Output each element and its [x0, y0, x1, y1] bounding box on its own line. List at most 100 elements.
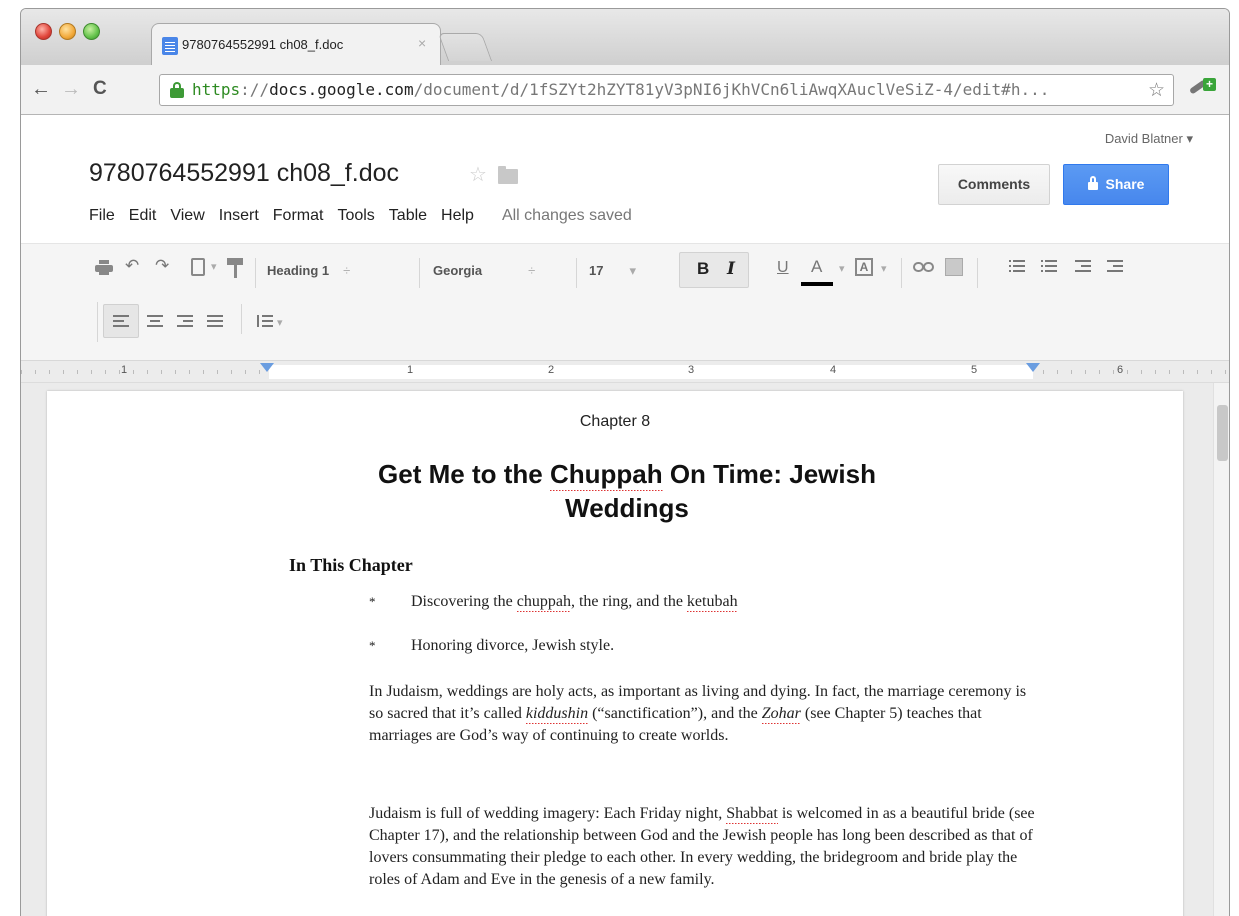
font-dropdown[interactable]: Georgia ÷: [433, 263, 535, 278]
chapter-heading: Get Me to the Chuppah On Time: Jewish We…: [378, 459, 876, 523]
misspelled-word: kiddushin: [525, 705, 589, 724]
paste-dropdown-arrow[interactable]: ▾: [211, 260, 217, 273]
browser-window: 9780764552991 ch08_f.doc × ← → C https:/…: [20, 8, 1230, 916]
font-dropdown-arrow: ÷: [528, 263, 536, 278]
menu-edit[interactable]: Edit: [129, 207, 157, 225]
document-canvas: Chapter 8 Get Me to the Chuppah On Time:…: [21, 383, 1229, 916]
decrease-indent-icon[interactable]: [1075, 260, 1091, 272]
body-paragraph: Judaism is full of wedding imagery: Each…: [369, 805, 1035, 888]
menu-file[interactable]: File: [89, 207, 115, 225]
misspelled-word: Shabbat: [726, 805, 778, 824]
insert-image-icon[interactable]: [945, 258, 963, 276]
undo-icon[interactable]: ↶: [125, 256, 139, 276]
comments-button[interactable]: Comments: [938, 164, 1050, 205]
bullet-marker: *: [369, 638, 376, 653]
paste-icon[interactable]: [191, 258, 205, 276]
share-label: Share: [1105, 176, 1145, 192]
underline-button[interactable]: U: [777, 259, 789, 277]
browser-tab-active[interactable]: 9780764552991 ch08_f.doc ×: [151, 23, 441, 65]
font-size-value: 17: [589, 263, 604, 278]
ruler-number: 6: [1117, 364, 1124, 376]
text-color-swatch: [801, 282, 833, 286]
ruler-page-area: [269, 365, 1033, 379]
document-page[interactable]: Chapter 8 Get Me to the Chuppah On Time:…: [47, 391, 1183, 916]
font-size-dropdown[interactable]: 17 ▾: [589, 263, 636, 279]
text-color-button[interactable]: A: [811, 257, 822, 277]
misspelled-word: Zohar: [761, 705, 801, 724]
style-dropdown[interactable]: Heading 1 ÷: [267, 263, 350, 278]
formatting-toolbar: ↶ ↷ ▾ Heading 1 ÷ Georgia ÷ 17 ▾ B I U A ▾ …: [21, 243, 1229, 361]
align-center-icon[interactable]: [147, 315, 163, 327]
menu-insert[interactable]: Insert: [219, 207, 259, 225]
line-spacing-dropdown-arrow[interactable]: ▾: [277, 316, 283, 329]
star-document-icon[interactable]: ☆: [469, 162, 487, 187]
back-arrow-icon[interactable]: ←: [31, 78, 51, 101]
section-subheading: In This Chapter: [289, 555, 413, 575]
menu-table[interactable]: Table: [389, 207, 427, 225]
italic-button[interactable]: I: [727, 259, 735, 279]
ruler-number: 3: [688, 364, 695, 376]
menu-format[interactable]: Format: [273, 207, 324, 225]
tab-close-icon[interactable]: ×: [418, 35, 426, 51]
ruler: 1 1 2 3 4 5 6: [21, 361, 1229, 383]
left-indent-marker[interactable]: [260, 363, 274, 372]
browser-toolbar: ← → C https://docs.google.com/document/d…: [21, 65, 1229, 115]
extension-wrench-icon[interactable]: +: [1188, 78, 1219, 102]
scrollbar-thumb[interactable]: [1217, 405, 1228, 461]
reload-icon[interactable]: C: [93, 78, 107, 100]
menu-view[interactable]: View: [170, 207, 204, 225]
docs-menubar: File Edit View Insert Format Tools Table Help Al…: [89, 207, 646, 225]
align-left-icon: [113, 315, 129, 327]
justify-icon[interactable]: [207, 315, 223, 327]
body-paragraph: In Judaism, weddings are holy acts, as i…: [369, 683, 1027, 744]
vertical-scrollbar[interactable]: [1213, 383, 1229, 916]
bulleted-list-icon[interactable]: [1041, 260, 1057, 272]
folder-icon[interactable]: [498, 166, 518, 184]
forward-arrow-icon[interactable]: →: [61, 78, 81, 101]
highlight-dropdown-arrow[interactable]: ▾: [881, 262, 887, 275]
docs-header: David Blatner ▾ 9780764552991 ch08_f.doc…: [21, 115, 1229, 243]
list-item: * Discovering the chuppah, the ring, and …: [369, 593, 738, 612]
font-size-dropdown-arrow: ▾: [629, 263, 636, 278]
ruler-number: 4: [830, 364, 837, 376]
ruler-number: 2: [548, 364, 555, 376]
google-docs-icon: [162, 37, 178, 55]
zoom-window-icon[interactable]: [83, 23, 100, 40]
new-tab-button[interactable]: [437, 33, 493, 61]
account-menu[interactable]: David Blatner ▾: [1105, 131, 1193, 147]
browser-titlebar: 9780764552991 ch08_f.doc ×: [21, 9, 1229, 65]
text-color-dropdown-arrow[interactable]: ▾: [839, 262, 845, 275]
share-button[interactable]: Share: [1063, 164, 1169, 205]
misspelled-word: Chuppah: [549, 459, 663, 491]
link-icon[interactable]: [913, 262, 935, 272]
paint-format-icon[interactable]: [227, 258, 243, 278]
highlight-color-button[interactable]: A: [855, 258, 873, 276]
right-indent-marker[interactable]: [1026, 363, 1040, 372]
bullet-marker: *: [369, 594, 376, 609]
chapter-number: Chapter 8: [579, 413, 651, 430]
document-title[interactable]: 9780764552991 ch08_f.doc: [89, 159, 399, 188]
url-path: /document/d/1fSZYt2hZYT81yV3pNI6jKhVCn6l…: [413, 80, 1050, 99]
numbered-list-icon[interactable]: [1009, 260, 1025, 272]
ruler-number: 5: [971, 364, 978, 376]
minimize-window-icon[interactable]: [59, 23, 76, 40]
tab-title: 9780764552991 ch08_f.doc: [182, 37, 344, 52]
line-spacing-icon[interactable]: [257, 315, 273, 327]
address-bar[interactable]: https://docs.google.com/document/d/1fSZY…: [159, 74, 1174, 106]
bold-button[interactable]: B: [697, 259, 709, 279]
menu-tools[interactable]: Tools: [337, 207, 374, 225]
bookmark-star-icon[interactable]: ☆: [1148, 79, 1165, 102]
close-window-icon[interactable]: [35, 23, 52, 40]
style-dropdown-arrow: ÷: [343, 263, 351, 278]
menu-help[interactable]: Help: [441, 207, 474, 225]
secure-lock-icon: [170, 82, 184, 98]
url-scheme: https: [192, 80, 241, 99]
align-right-icon[interactable]: [177, 315, 193, 327]
redo-icon[interactable]: ↷: [155, 256, 169, 276]
share-lock-icon: [1087, 176, 1098, 190]
extension-badge: +: [1203, 78, 1216, 91]
misspelled-word: ketubah: [686, 593, 738, 612]
save-status: All changes saved: [501, 207, 632, 224]
print-icon[interactable]: [95, 260, 113, 276]
increase-indent-icon[interactable]: [1107, 260, 1123, 272]
